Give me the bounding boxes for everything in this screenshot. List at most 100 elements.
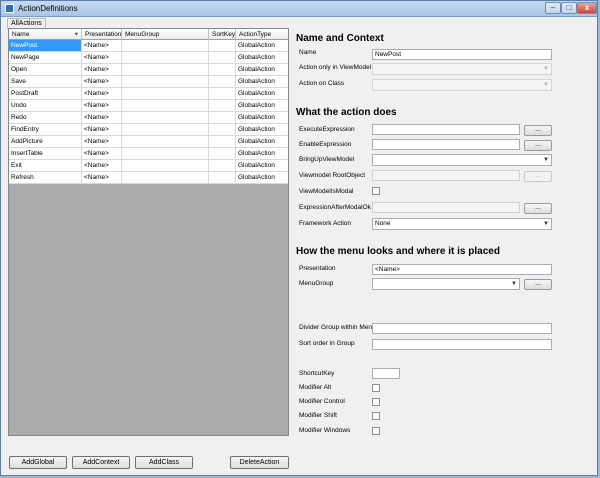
- cell-presentation[interactable]: <Name>: [82, 52, 122, 64]
- cell-presentation[interactable]: <Name>: [82, 148, 122, 160]
- cell-name[interactable]: PostDraft: [9, 88, 82, 100]
- cell-presentation[interactable]: <Name>: [82, 100, 122, 112]
- cell-actiontype[interactable]: GlobalAction: [236, 160, 288, 172]
- cell-name[interactable]: Open: [9, 64, 82, 76]
- cell-presentation[interactable]: <Name>: [82, 172, 122, 184]
- execute-expression-browse-button[interactable]: ...: [524, 125, 552, 136]
- table-row[interactable]: Exit <Name> GlobalAction: [9, 160, 288, 172]
- cell-sortkey[interactable]: [209, 52, 236, 64]
- divider-group-field[interactable]: [372, 323, 552, 334]
- cell-sortkey[interactable]: [209, 112, 236, 124]
- cell-presentation[interactable]: <Name>: [82, 136, 122, 148]
- cell-actiontype[interactable]: GlobalAction: [236, 148, 288, 160]
- cell-sortkey[interactable]: [209, 136, 236, 148]
- cell-menugroup[interactable]: [122, 148, 209, 160]
- cell-name[interactable]: FindEntry: [9, 124, 82, 136]
- cell-presentation[interactable]: <Name>: [82, 76, 122, 88]
- expression-after-modal-browse-button[interactable]: ...: [524, 203, 552, 214]
- cell-sortkey[interactable]: [209, 88, 236, 100]
- cell-actiontype[interactable]: GlobalAction: [236, 76, 288, 88]
- cell-menugroup[interactable]: [122, 88, 209, 100]
- execute-expression-field[interactable]: [372, 124, 520, 135]
- add-context-button[interactable]: AddContext: [72, 456, 130, 469]
- class-combo[interactable]: ▼: [372, 79, 552, 91]
- cell-menugroup[interactable]: [122, 64, 209, 76]
- enable-expression-field[interactable]: [372, 139, 520, 150]
- enable-expression-browse-button[interactable]: ...: [524, 140, 552, 151]
- cell-actiontype[interactable]: GlobalAction: [236, 172, 288, 184]
- modifier-control-checkbox[interactable]: [372, 398, 380, 406]
- cell-actiontype[interactable]: GlobalAction: [236, 52, 288, 64]
- cell-name[interactable]: Save: [9, 76, 82, 88]
- cell-sortkey[interactable]: [209, 160, 236, 172]
- column-header-actiontype[interactable]: ActionType: [236, 29, 288, 40]
- cell-actiontype[interactable]: GlobalAction: [236, 112, 288, 124]
- cell-name[interactable]: Refresh: [9, 172, 82, 184]
- cell-presentation[interactable]: <Name>: [82, 64, 122, 76]
- cell-sortkey[interactable]: [209, 148, 236, 160]
- viewmodel-rootobject-browse-button[interactable]: ...: [524, 171, 552, 182]
- cell-sortkey[interactable]: [209, 76, 236, 88]
- cell-sortkey[interactable]: [209, 124, 236, 136]
- cell-sortkey[interactable]: [209, 64, 236, 76]
- cell-actiontype[interactable]: GlobalAction: [236, 124, 288, 136]
- expression-after-modal-field[interactable]: [372, 202, 520, 213]
- cell-menugroup[interactable]: [122, 172, 209, 184]
- add-class-button[interactable]: AddClass: [135, 456, 193, 469]
- framework-action-combo[interactable]: None ▼: [372, 218, 552, 230]
- cell-menugroup[interactable]: [122, 136, 209, 148]
- modifier-windows-checkbox[interactable]: [372, 427, 380, 435]
- modifier-shift-checkbox[interactable]: [372, 412, 380, 420]
- cell-presentation[interactable]: <Name>: [82, 40, 122, 52]
- cell-menugroup[interactable]: [122, 124, 209, 136]
- menugroup-browse-button[interactable]: ...: [524, 279, 552, 290]
- shortcut-key-field[interactable]: [372, 368, 400, 379]
- column-header-sortkey[interactable]: SortKey: [209, 29, 236, 40]
- table-row[interactable]: Undo <Name> GlobalAction: [9, 100, 288, 112]
- cell-menugroup[interactable]: [122, 112, 209, 124]
- minimize-button[interactable]: –: [545, 2, 561, 14]
- table-row[interactable]: NewPost <Name> GlobalAction: [9, 40, 288, 52]
- table-row[interactable]: Refresh <Name> GlobalAction: [9, 172, 288, 184]
- cell-menugroup[interactable]: [122, 40, 209, 52]
- table-row[interactable]: Open <Name> GlobalAction: [9, 64, 288, 76]
- table-row[interactable]: FindEntry <Name> GlobalAction: [9, 124, 288, 136]
- add-global-button[interactable]: AddGlobal: [9, 456, 67, 469]
- close-button[interactable]: x: [577, 2, 597, 14]
- table-row[interactable]: InsertTable <Name> GlobalAction: [9, 148, 288, 160]
- column-header-name[interactable]: Name ▾: [9, 29, 82, 40]
- actions-grid[interactable]: Name ▾ Presentation MenuGroup SortKey Act…: [8, 28, 289, 436]
- cell-menugroup[interactable]: [122, 100, 209, 112]
- cell-presentation[interactable]: <Name>: [82, 112, 122, 124]
- column-header-presentation[interactable]: Presentation: [82, 29, 122, 40]
- cell-name[interactable]: Undo: [9, 100, 82, 112]
- cell-presentation[interactable]: <Name>: [82, 160, 122, 172]
- delete-action-button[interactable]: DeleteAction: [230, 456, 289, 469]
- cell-actiontype[interactable]: GlobalAction: [236, 136, 288, 148]
- table-row[interactable]: NewPage <Name> GlobalAction: [9, 52, 288, 64]
- modifier-alt-checkbox[interactable]: [372, 384, 380, 392]
- cell-menugroup[interactable]: [122, 160, 209, 172]
- table-row[interactable]: Redo <Name> GlobalAction: [9, 112, 288, 124]
- cell-sortkey[interactable]: [209, 100, 236, 112]
- cell-presentation[interactable]: <Name>: [82, 88, 122, 100]
- viewmodel-combo[interactable]: ▼: [372, 63, 552, 75]
- cell-actiontype[interactable]: GlobalAction: [236, 64, 288, 76]
- cell-name[interactable]: InsertTable: [9, 148, 82, 160]
- menugroup-combo[interactable]: ▼: [372, 278, 520, 290]
- table-row[interactable]: AddPicture <Name> GlobalAction: [9, 136, 288, 148]
- sort-order-field[interactable]: [372, 339, 552, 350]
- cell-name[interactable]: NewPage: [9, 52, 82, 64]
- cell-actiontype[interactable]: GlobalAction: [236, 40, 288, 52]
- cell-actiontype[interactable]: GlobalAction: [236, 88, 288, 100]
- table-row[interactable]: PostDraft <Name> GlobalAction: [9, 88, 288, 100]
- cell-menugroup[interactable]: [122, 76, 209, 88]
- bringup-viewmodel-combo[interactable]: ▼: [372, 154, 552, 166]
- cell-sortkey[interactable]: [209, 172, 236, 184]
- viewmodel-rootobject-field[interactable]: [372, 170, 520, 181]
- column-header-menugroup[interactable]: MenuGroup: [122, 29, 209, 40]
- name-field[interactable]: NewPost: [372, 49, 552, 60]
- viewmodel-ismodal-checkbox[interactable]: [372, 187, 380, 195]
- presentation-field[interactable]: <Name>: [372, 264, 552, 275]
- cell-name[interactable]: Exit: [9, 160, 82, 172]
